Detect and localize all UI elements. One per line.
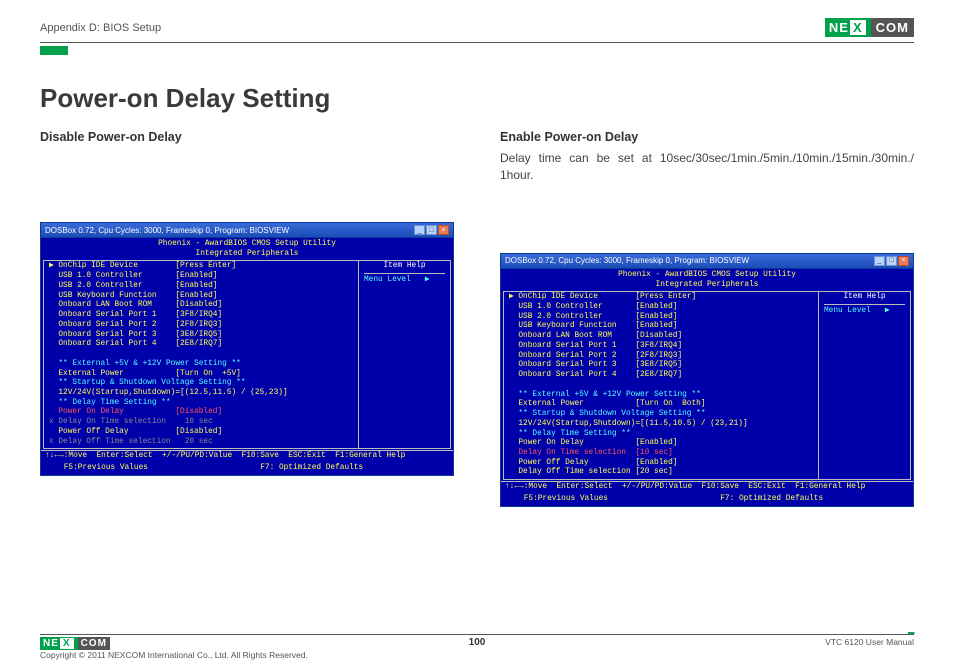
bios-line: Onboard Serial Port 2 [2F8/IRQ3] [509,352,813,362]
bios-line: x Delay Off Time selection 20 sec [49,438,353,448]
bios-line: Power On Delay [Enabled] [509,439,813,449]
bios-header-1: Phoenix - AwardBIOS CMOS Setup Utility [501,271,913,281]
manual-name: VTC 6120 User Manual [825,637,914,647]
left-heading: Disable Power-on Delay [40,130,454,144]
bios-line: Delay Off Time selection [20 sec] [509,468,813,478]
help-title: Item Help [824,293,905,305]
bios-line: USB 1.0 Controller [Enabled] [509,303,813,313]
left-column: Disable Power-on Delay DOSBox 0.72, Cpu … [40,130,454,507]
bios-footer-1: ↑↓←→:Move Enter:Select +/-/PU/PD:Value F… [501,481,913,494]
bios-line: External Power [Turn On Both] [509,400,813,410]
bios-line [509,381,813,391]
bios-header-2: Integrated Peripherals [501,281,913,291]
bios-help-panel: Item Help Menu Level ▶ [818,292,910,479]
bios-footer-2: F5:Previous Values F7: Optimized Default… [41,463,453,475]
bios-footer-1: ↑↓←→:Move Enter:Select +/-/PU/PD:Value F… [41,450,453,463]
bios-line: ** Delay Time Setting ** [49,399,353,409]
right-column: Enable Power-on Delay Delay time can be … [500,130,914,507]
header-divider [40,42,914,43]
bios-line: Onboard Serial Port 3 [3E8/IRQ5] [509,361,813,371]
logo-ne: NE [829,20,849,35]
bios-line: x Delay On Time selection 10 sec [49,418,353,428]
bios-line: USB 2.0 Controller [Enabled] [49,282,353,292]
bios-main-panel: ▶ OnChip IDE Device [Press Enter] USB 1.… [504,292,818,479]
window-titlebar: DOSBox 0.72, Cpu Cycles: 3000, Frameskip… [40,222,454,238]
menu-level: Menu Level ▶ [824,307,905,317]
minimize-icon: _ [414,225,425,235]
bios-line: USB Keyboard Function [Enabled] [49,292,353,302]
window-title: DOSBox 0.72, Cpu Cycles: 3000, Frameskip… [45,226,289,235]
bios-header-2: Integrated Peripherals [41,250,453,260]
bios-line: Delay On Time selection [10 sec] [509,449,813,459]
bios-line: ▶ OnChip IDE Device [Press Enter] [509,293,813,303]
bios-line: ** External +5V & +12V Power Setting ** [509,391,813,401]
brand-logo-footer: NEX COM [40,637,110,650]
bios-line: ▶ OnChip IDE Device [Press Enter] [49,262,353,272]
footer-divider [40,634,914,635]
help-title: Item Help [364,262,445,274]
bios-line: Onboard Serial Port 1 [3F8/IRQ4] [49,311,353,321]
bios-line: Onboard LAN Boot ROM [Disabled] [49,301,353,311]
logo-com: COM [871,18,914,37]
bios-footer-2: F5:Previous Values F7: Optimized Default… [501,494,913,506]
maximize-icon: □ [426,225,437,235]
bios-line [49,350,353,360]
bios-screenshot-left: DOSBox 0.72, Cpu Cycles: 3000, Frameskip… [40,222,454,476]
bios-line: USB Keyboard Function [Enabled] [509,322,813,332]
bios-line: Onboard LAN Boot ROM [Disabled] [509,332,813,342]
bios-line: 12V/24V(Startup,Shutdown)=[(12.5,11.5) /… [49,389,353,399]
bios-line: ** Startup & Shutdown Voltage Setting ** [509,410,813,420]
bios-line: Power On Delay [Disabled] [49,408,353,418]
green-tab-icon [40,46,68,55]
bios-main-panel: ▶ OnChip IDE Device [Press Enter] USB 1.… [44,261,358,448]
bios-line: Onboard Serial Port 2 [2F8/IRQ3] [49,321,353,331]
logo-x: X [60,638,74,649]
bios-line: ** Delay Time Setting ** [509,430,813,440]
close-icon: × [438,225,449,235]
window-titlebar: DOSBox 0.72, Cpu Cycles: 3000, Frameskip… [500,253,914,269]
brand-logo: NEX COM [825,18,914,37]
bios-line: Onboard Serial Port 4 [2E8/IRQ7] [509,371,813,381]
page-number: 100 [469,637,486,648]
bios-line: Onboard Serial Port 3 [3E8/IRQ5] [49,331,353,341]
menu-level: Menu Level ▶ [364,276,445,286]
minimize-icon: _ [874,256,885,266]
maximize-icon: □ [886,256,897,266]
bios-line: Power Off Delay [Enabled] [509,459,813,469]
close-icon: × [898,256,909,266]
bios-line: Onboard Serial Port 4 [2E8/IRQ7] [49,340,353,350]
right-heading: Enable Power-on Delay [500,130,914,144]
appendix-label: Appendix D: BIOS Setup [40,22,161,34]
logo-x: X [850,20,866,35]
bios-line: USB 2.0 Controller [Enabled] [509,313,813,323]
logo-com: COM [78,637,110,650]
bios-line: USB 1.0 Controller [Enabled] [49,272,353,282]
logo-ne: NE [43,638,59,649]
bios-line: External Power [Turn On +5V] [49,370,353,380]
right-body: Delay time can be set at 10sec/30sec/1mi… [500,150,914,185]
bios-line: ** External +5V & +12V Power Setting ** [49,360,353,370]
window-title: DOSBox 0.72, Cpu Cycles: 3000, Frameskip… [505,256,749,265]
bios-header-1: Phoenix - AwardBIOS CMOS Setup Utility [41,240,453,250]
bios-line: Power Off Delay [Disabled] [49,428,353,438]
bios-line: 12V/24V(Startup,Shutdown)=[(11.5,10.5) /… [509,420,813,430]
copyright: Copyright © 2011 NEXCOM International Co… [40,650,308,660]
page-title: Power-on Delay Setting [40,83,914,114]
bios-help-panel: Item Help Menu Level ▶ [358,261,450,448]
bios-screenshot-right: DOSBox 0.72, Cpu Cycles: 3000, Frameskip… [500,253,914,507]
bios-line: ** Startup & Shutdown Voltage Setting ** [49,379,353,389]
bios-line: Onboard Serial Port 1 [3F8/IRQ4] [509,342,813,352]
